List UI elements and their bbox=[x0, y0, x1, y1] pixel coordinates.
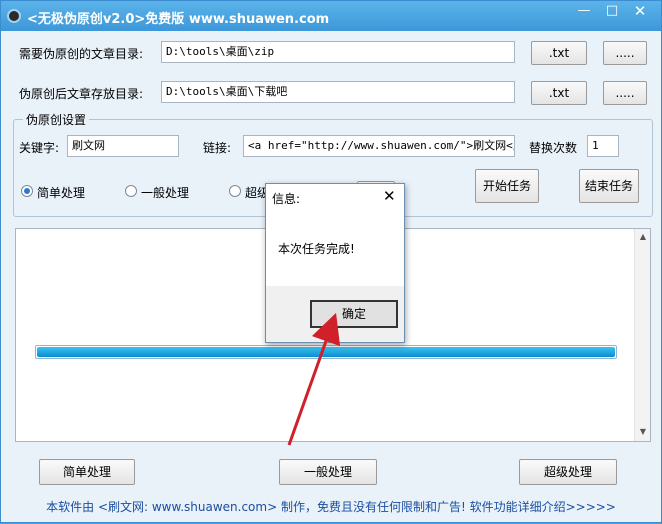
mode-normal-radio[interactable] bbox=[125, 185, 137, 197]
dialog-close-icon[interactable]: ✕ bbox=[383, 187, 396, 205]
minimize-icon[interactable]: — bbox=[571, 1, 597, 23]
progress-bar bbox=[35, 345, 617, 359]
simple-process-button[interactable]: 简单处理 bbox=[39, 459, 135, 485]
mode-simple-radio[interactable] bbox=[21, 185, 33, 197]
start-task-button[interactable]: 开始任务 bbox=[475, 169, 539, 203]
settings-group-title: 伪原创设置 bbox=[23, 111, 90, 128]
dialog-message: 本次任务完成! bbox=[278, 242, 355, 256]
scroll-down-icon[interactable]: ▼ bbox=[635, 427, 651, 436]
link-label: 链接: bbox=[203, 141, 232, 155]
mode-simple-label[interactable]: 简单处理 bbox=[37, 184, 85, 201]
output-browse-button[interactable]: ..... bbox=[603, 81, 647, 105]
mode-normal-label[interactable]: 一般处理 bbox=[141, 184, 189, 201]
keyword-input[interactable]: 刷文网 bbox=[67, 135, 179, 157]
replace-count-input[interactable]: 1 bbox=[587, 135, 619, 157]
replace-count-label: 替换次数 bbox=[529, 141, 578, 155]
close-icon[interactable]: ✕ bbox=[627, 1, 653, 23]
keyword-label: 关键字: bbox=[19, 141, 60, 155]
output-ext-button[interactable]: .txt bbox=[531, 81, 587, 105]
source-browse-button[interactable]: ..... bbox=[603, 41, 647, 65]
title-bar[interactable]: <无极伪原创v2.0>免费版 www.shuawen.com — □ ✕ bbox=[1, 1, 661, 31]
log-scrollbar[interactable]: ▲ ▼ bbox=[634, 229, 650, 441]
normal-process-button[interactable]: 一般处理 bbox=[279, 459, 377, 485]
scroll-up-icon[interactable]: ▲ bbox=[635, 232, 651, 241]
source-dir-input[interactable]: D:\tools\桌面\zip bbox=[161, 41, 515, 63]
app-icon bbox=[7, 9, 21, 23]
link-input[interactable]: <a href="http://www.shuawen.com/">刷文网</a… bbox=[243, 135, 515, 157]
source-ext-button[interactable]: .txt bbox=[531, 41, 587, 65]
watermark-logo bbox=[521, 471, 659, 521]
progress-fill bbox=[37, 347, 615, 357]
mode-super-radio[interactable] bbox=[229, 185, 241, 197]
info-dialog: 信息: ✕ 本次任务完成! 确定 bbox=[265, 183, 405, 343]
dialog-ok-button[interactable]: 确定 bbox=[310, 300, 398, 328]
window-title: <无极伪原创v2.0>免费版 www.shuawen.com bbox=[27, 12, 330, 27]
dialog-title: 信息: bbox=[272, 192, 301, 206]
dialog-footer: 确定 bbox=[266, 286, 404, 342]
maximize-icon[interactable]: □ bbox=[599, 1, 625, 23]
end-task-button[interactable]: 结束任务 bbox=[579, 169, 639, 203]
output-dir-input[interactable]: D:\tools\桌面\下载吧 bbox=[161, 81, 515, 103]
main-window: <无极伪原创v2.0>免费版 www.shuawen.com — □ ✕ 需要伪… bbox=[0, 0, 662, 523]
source-dir-label: 需要伪原创的文章目录: bbox=[19, 47, 144, 61]
output-dir-label: 伪原创后文章存放目录: bbox=[19, 87, 144, 101]
